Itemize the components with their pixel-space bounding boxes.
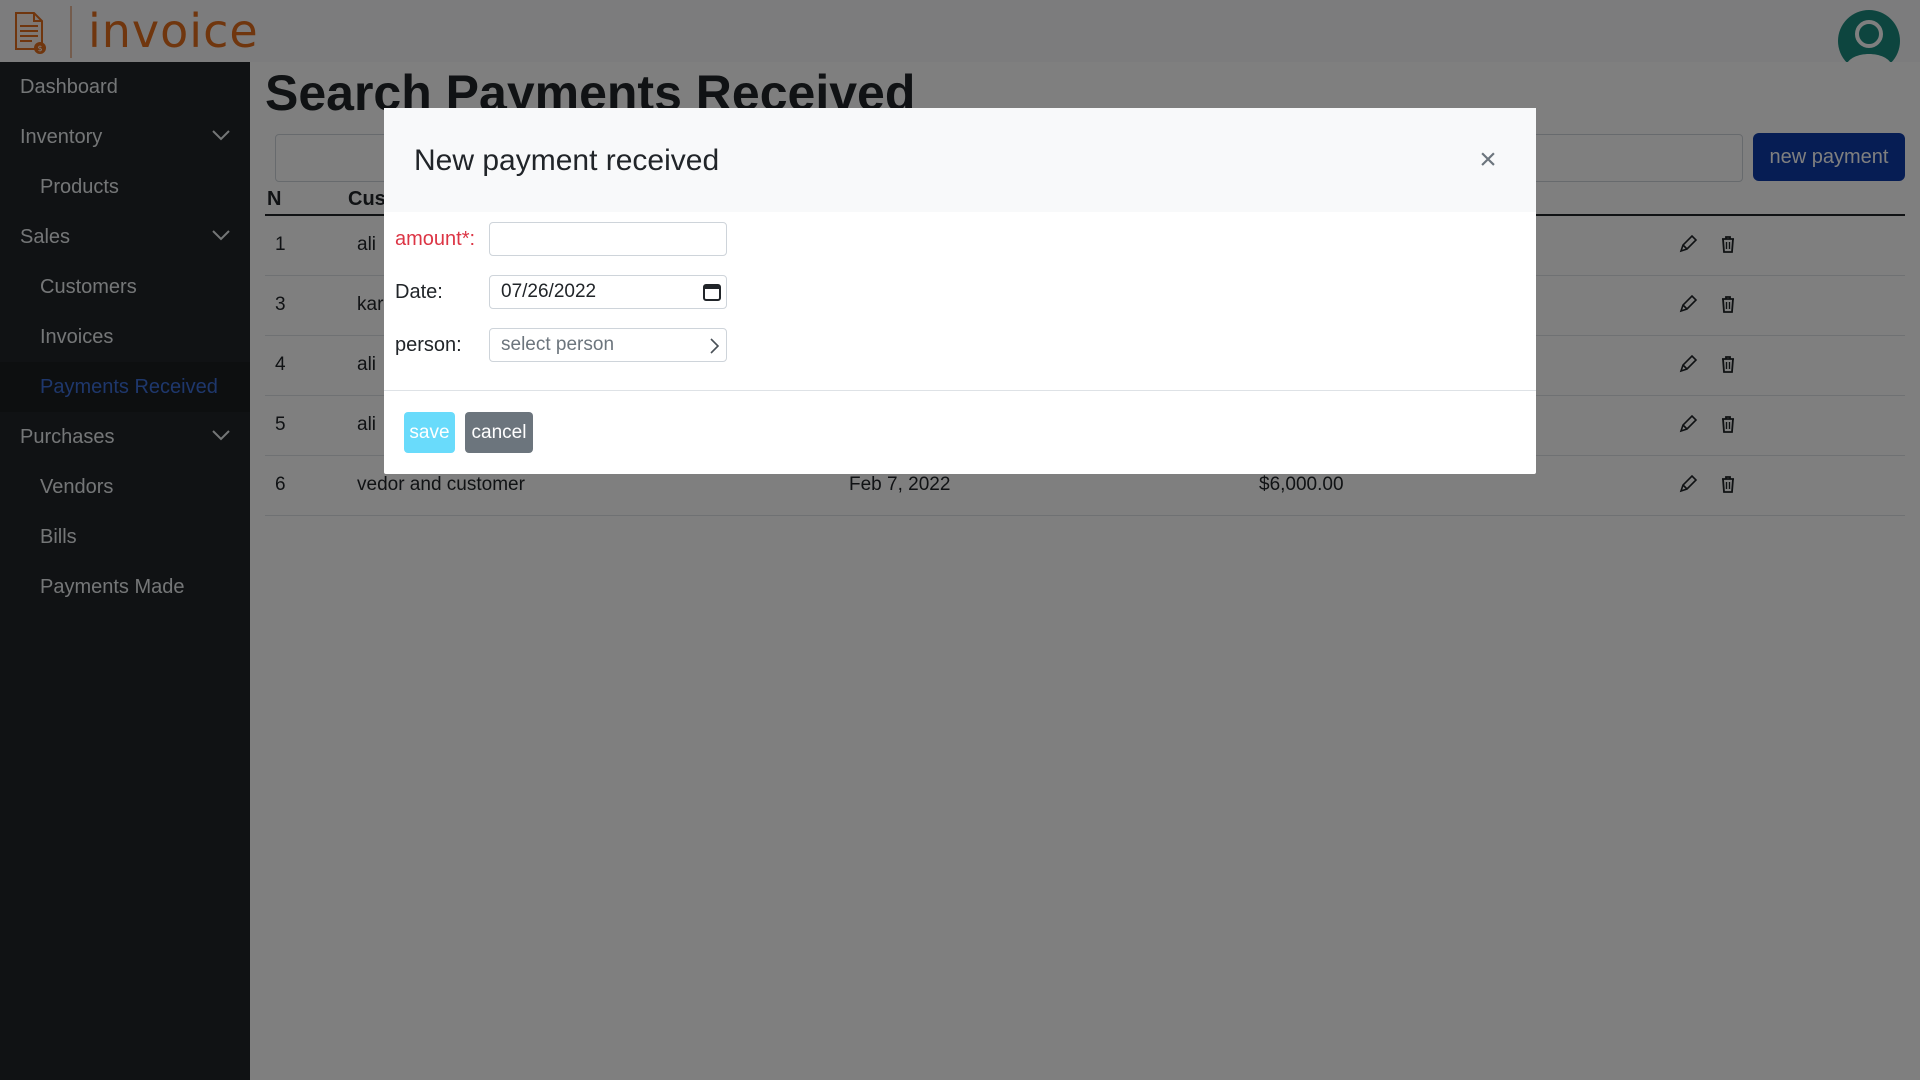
amount-input[interactable]	[489, 222, 727, 256]
person-placeholder: select person	[501, 334, 615, 355]
date-input[interactable]: 07/26/2022	[489, 275, 727, 309]
chevron-right-icon	[710, 338, 720, 354]
date-label: Date:	[395, 281, 443, 303]
modal-header: New payment received ×	[384, 108, 1536, 212]
modal-footer-divider	[384, 390, 1536, 391]
amount-label: amount*:	[395, 228, 476, 250]
date-value: 07/26/2022	[501, 281, 597, 302]
person-label: person:	[395, 334, 462, 356]
modal-title: New payment received	[414, 144, 720, 177]
person-select[interactable]: select person	[489, 328, 727, 362]
cancel-button[interactable]: cancel	[465, 412, 533, 453]
save-button[interactable]: save	[404, 412, 455, 453]
calendar-icon[interactable]	[702, 282, 722, 302]
new-payment-modal: New payment received × amount*: Date: 07…	[384, 108, 1536, 474]
close-icon[interactable]: ×	[1474, 145, 1502, 175]
